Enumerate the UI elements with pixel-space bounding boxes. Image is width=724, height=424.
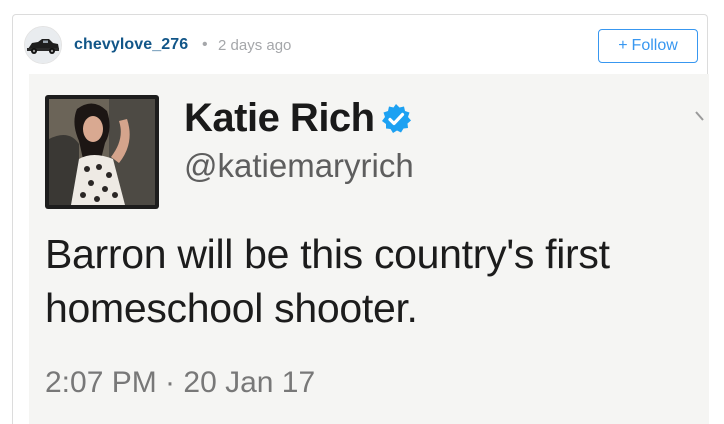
post-time[interactable]: 2 days ago [218, 37, 291, 54]
follow-button[interactable]: + Follow [598, 29, 698, 63]
instagram-post-card: chevylove_276 • 2 days ago +Follow Kati [12, 14, 709, 424]
tweet-author-handle: @katiemaryrich [184, 147, 414, 184]
tweet-author-name: Katie Rich [184, 96, 375, 140]
tweet-profile-photo [45, 95, 159, 209]
post-header: chevylove_276 • 2 days ago + Follow [13, 15, 707, 75]
follow-plus: + [618, 37, 628, 54]
post-username[interactable]: chevylove_276 [74, 36, 188, 54]
classic-car-icon [25, 27, 61, 63]
separator-dot: • [202, 36, 208, 53]
tweet-screenshot-image: Katie Rich @katiemaryrich Barron will be… [29, 74, 709, 424]
verified-badge-icon [382, 104, 411, 133]
follow-label: Follow [631, 37, 678, 54]
tweet-text: Barron will be this country's first home… [45, 231, 610, 331]
chevron-down-icon [695, 111, 704, 121]
user-avatar[interactable] [24, 26, 62, 64]
tweet-timestamp: 2:07 PM · 20 Jan 17 [45, 366, 316, 399]
